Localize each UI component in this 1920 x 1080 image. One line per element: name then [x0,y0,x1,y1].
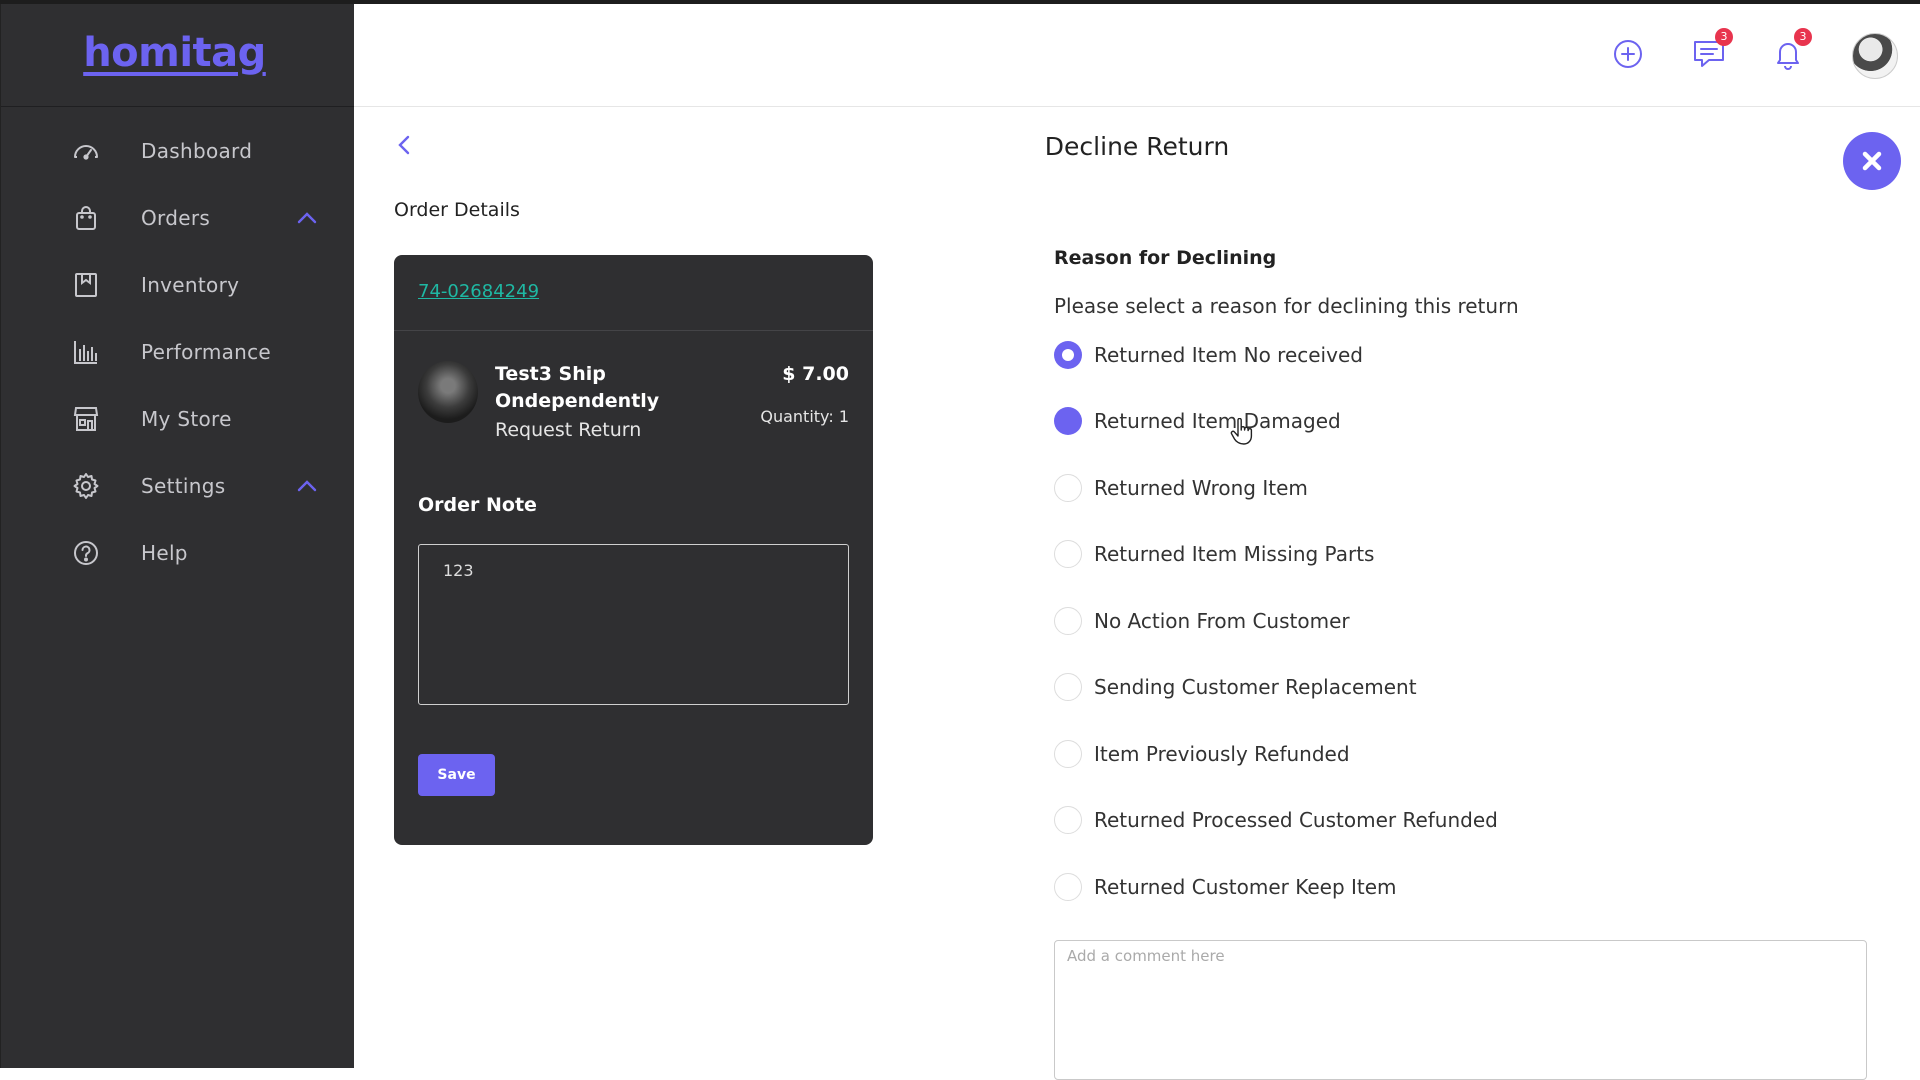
top-header: 3 3 [354,4,1920,107]
reason-option[interactable]: Returned Processed Customer Refunded [1054,805,1498,835]
radio-button[interactable] [1054,341,1082,369]
help-circle-icon [71,538,101,568]
page-title: Decline Return [1044,132,1230,161]
sidebar-item-label: Settings [141,473,226,498]
sidebar-item-label: My Store [141,406,232,431]
reason-option-label: Returned Processed Customer Refunded [1094,808,1498,832]
logo-area: homitag [1,0,354,107]
chevron-up-icon[interactable] [295,474,319,498]
notifications-badge: 3 [1794,28,1812,46]
sidebar-item-help[interactable]: Help [1,519,354,586]
sidebar-item-orders[interactable]: Orders [1,184,354,251]
sidebar-item-label: Inventory [141,272,240,297]
reason-option[interactable]: Sending Customer Replacement [1054,672,1417,702]
reason-option[interactable]: Item Previously Refunded [1054,739,1350,769]
sidebar-item-inventory[interactable]: Inventory [1,251,354,318]
reason-option[interactable]: Returned Item No received [1054,340,1363,370]
reason-option-label: Returned Wrong Item [1094,476,1308,500]
reason-option[interactable]: Returned Item Missing Parts [1054,539,1374,569]
messages-icon[interactable]: 3 [1689,28,1733,74]
hand-cursor-icon [1230,417,1254,446]
card-divider [394,330,873,331]
store-icon [71,404,101,434]
avatar[interactable] [1852,33,1898,79]
reason-option-label: No Action From Customer [1094,609,1350,633]
bell-icon[interactable]: 3 [1768,28,1812,74]
reason-option-label: Returned Item No received [1094,343,1363,367]
radio-button[interactable] [1054,474,1082,502]
reason-option[interactable]: Returned Item Damaged [1054,406,1341,436]
product-thumbnail [418,361,478,423]
homitag-logo[interactable]: homitag [83,30,266,76]
order-card: 74-02684249 Test3 Ship Ondependently Req… [394,255,873,845]
shopping-bag-icon [71,203,101,233]
product-quantity: Quantity: 1 [760,407,849,426]
comment-textarea[interactable]: Add a comment here [1054,940,1867,1080]
radio-button[interactable] [1054,806,1082,834]
sidebar-item-my-store[interactable]: My Store [1,385,354,452]
order-details-heading: Order Details [394,199,520,221]
sidebar-item-performance[interactable]: Performance [1,318,354,385]
radio-button[interactable] [1054,540,1082,568]
order-id-link[interactable]: 74-02684249 [418,281,539,302]
inventory-box-icon [71,270,101,300]
sidebar-item-settings[interactable]: Settings [1,452,354,519]
sidebar-item-dashboard[interactable]: Dashboard [1,117,354,184]
radio-button[interactable] [1054,873,1082,901]
reason-option-label: Returned Item Missing Parts [1094,542,1375,566]
close-icon [1862,151,1882,171]
chevron-up-icon[interactable] [295,206,319,230]
close-button[interactable] [1843,132,1901,190]
reason-option-label: Sending Customer Replacement [1094,675,1417,699]
dashboard-gauge-icon [71,136,101,166]
radio-button[interactable] [1054,740,1082,768]
reason-title: Reason for Declining [1054,247,1277,269]
product-status: Request Return [495,419,642,441]
radio-button[interactable] [1054,607,1082,635]
product-name: Test3 Ship Ondependently [495,363,660,412]
sidebar: homitag Dashboard Orders Inventory Perfo… [0,0,354,1068]
main-content: Decline Return Order Details 74-02684249… [354,108,1920,1080]
reason-option-label: Item Previously Refunded [1094,742,1350,766]
radio-button[interactable] [1054,673,1082,701]
reason-subtitle: Please select a reason for declining thi… [1054,294,1519,318]
product-price: $ 7.00 [782,363,849,385]
bar-chart-icon [71,337,101,367]
sidebar-item-label: Dashboard [141,138,253,163]
reason-option[interactable]: Returned Customer Keep Item [1054,872,1397,902]
messages-badge: 3 [1715,28,1733,46]
add-circle-icon[interactable] [1608,34,1648,74]
radio-button[interactable] [1054,407,1082,435]
window-top-border [0,0,1920,4]
reason-option-label: Returned Customer Keep Item [1094,875,1397,899]
sidebar-item-label: Performance [141,339,272,364]
save-button[interactable]: Save [418,754,495,796]
reason-option-label: Returned Item Damaged [1094,409,1341,433]
order-note-field[interactable]: 123 [418,544,849,705]
reason-option[interactable]: Returned Wrong Item [1054,473,1308,503]
sidebar-item-label: Help [141,540,188,565]
reason-option[interactable]: No Action From Customer [1054,606,1350,636]
sidebar-item-label: Orders [141,205,211,230]
gear-icon [71,471,101,501]
order-note-label: Order Note [418,494,537,516]
sidebar-nav: Dashboard Orders Inventory Performance M… [1,117,354,586]
